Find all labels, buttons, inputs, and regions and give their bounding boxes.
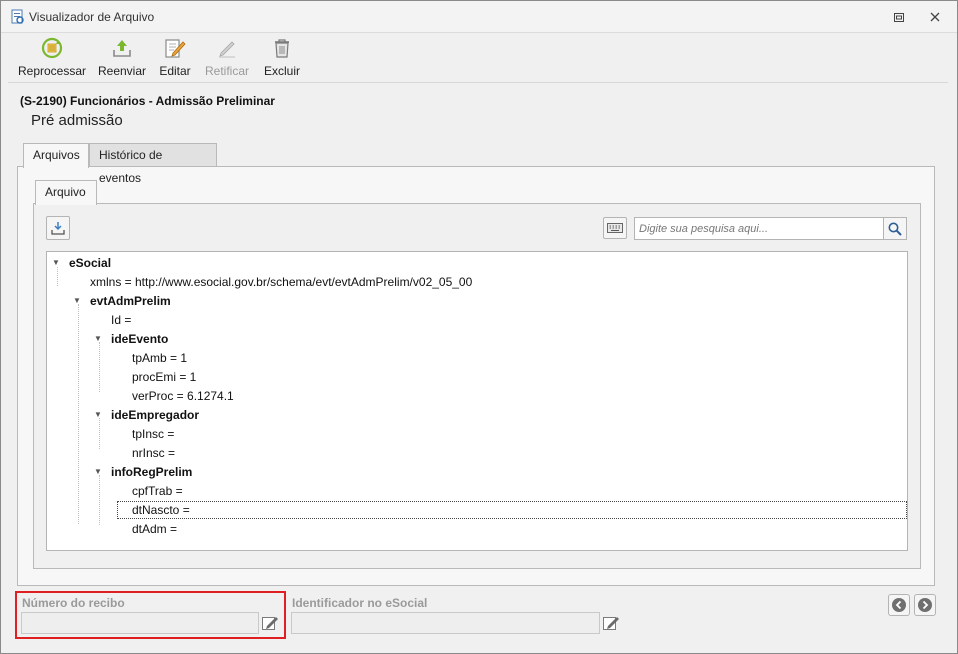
close-icon xyxy=(930,12,940,22)
pencil-icon xyxy=(219,41,235,58)
highlight-box xyxy=(15,591,286,639)
search-icon xyxy=(888,222,902,236)
esocial-id-label: Identificador no eSocial xyxy=(292,596,428,610)
reprocess-icon xyxy=(41,37,63,59)
tree-node[interactable]: procEmi = 1 xyxy=(132,368,196,386)
keyboard-icon xyxy=(607,223,623,233)
tree-guide xyxy=(99,475,100,525)
collapse-toggle[interactable]: ▼ xyxy=(93,330,103,348)
reprocess-button[interactable]: Reprocessar xyxy=(17,37,87,79)
download-icon xyxy=(51,222,65,235)
tree-node[interactable]: dtAdm = xyxy=(132,520,177,538)
reprocess-label: Reprocessar xyxy=(17,64,87,78)
tree-node[interactable]: tpInsc = xyxy=(132,425,174,443)
restore-button[interactable] xyxy=(886,7,912,27)
delete-button[interactable]: Excluir xyxy=(263,37,301,79)
search-button[interactable] xyxy=(883,217,907,240)
tree-node[interactable]: evtAdmPrelim xyxy=(90,292,171,310)
tree-node[interactable]: xmlns = http://www.esocial.gov.br/schema… xyxy=(90,273,472,291)
window-title: Visualizador de Arquivo xyxy=(29,10,155,24)
tree-node[interactable]: eSocial xyxy=(69,254,111,272)
upload-icon xyxy=(113,40,131,57)
rectify-label: Retificar xyxy=(204,64,249,78)
edit-icon xyxy=(603,617,619,630)
collapse-toggle[interactable]: ▼ xyxy=(93,463,103,481)
tab-file[interactable]: Arquivo xyxy=(35,180,97,205)
restore-icon xyxy=(894,12,904,22)
arrow-left-icon xyxy=(892,598,906,612)
esocial-id-field[interactable] xyxy=(291,612,600,634)
next-button[interactable] xyxy=(914,594,936,616)
tree-node[interactable]: tpAmb = 1 xyxy=(132,349,187,367)
tree-node[interactable]: Id = xyxy=(111,311,131,329)
delete-label: Excluir xyxy=(263,64,300,78)
event-title: (S-2190) Funcionários - Admissão Prelimi… xyxy=(20,94,275,108)
tree-node[interactable]: cpfTrab = xyxy=(132,482,183,500)
title-bar: Visualizador de Arquivo xyxy=(1,1,957,33)
edit-label: Editar xyxy=(159,64,191,78)
resend-button[interactable]: Reenviar xyxy=(98,37,146,79)
collapse-toggle[interactable]: ▼ xyxy=(72,292,82,310)
toolbar-divider xyxy=(8,82,948,83)
edit-icon xyxy=(165,39,186,58)
keyboard-button[interactable] xyxy=(603,217,627,239)
resend-label: Reenviar xyxy=(97,64,147,78)
trash-icon xyxy=(275,39,289,58)
tab-files[interactable]: Arquivos xyxy=(23,143,89,168)
selection-outline xyxy=(117,501,907,519)
tab-history[interactable]: Histórico de eventos xyxy=(89,143,217,185)
close-button[interactable] xyxy=(922,7,948,27)
download-button[interactable] xyxy=(46,216,70,240)
tree-guide xyxy=(99,342,100,392)
esocial-id-edit-button[interactable] xyxy=(600,612,622,634)
tree-guide xyxy=(78,304,79,524)
tree-node[interactable]: verProc = 6.1274.1 xyxy=(132,387,234,405)
tree-node[interactable]: ideEmpregador xyxy=(111,406,199,424)
collapse-toggle[interactable]: ▼ xyxy=(93,406,103,424)
collapse-toggle[interactable]: ▼ xyxy=(51,254,61,272)
event-subtitle: Pré admissão xyxy=(31,112,123,129)
tree-node[interactable]: infoRegPrelim xyxy=(111,463,192,481)
edit-button[interactable]: Editar xyxy=(157,37,193,79)
arrow-right-icon xyxy=(918,598,932,612)
rectify-button[interactable]: Retificar xyxy=(204,37,250,79)
tree-node[interactable]: nrInsc = xyxy=(132,444,175,462)
toolbar: Reprocessar Reenviar Editar Retificar Ex… xyxy=(1,33,957,81)
document-view-icon xyxy=(11,9,24,24)
search-input[interactable] xyxy=(634,217,884,240)
previous-button[interactable] xyxy=(888,594,910,616)
tree-node[interactable]: ideEvento xyxy=(111,330,168,348)
